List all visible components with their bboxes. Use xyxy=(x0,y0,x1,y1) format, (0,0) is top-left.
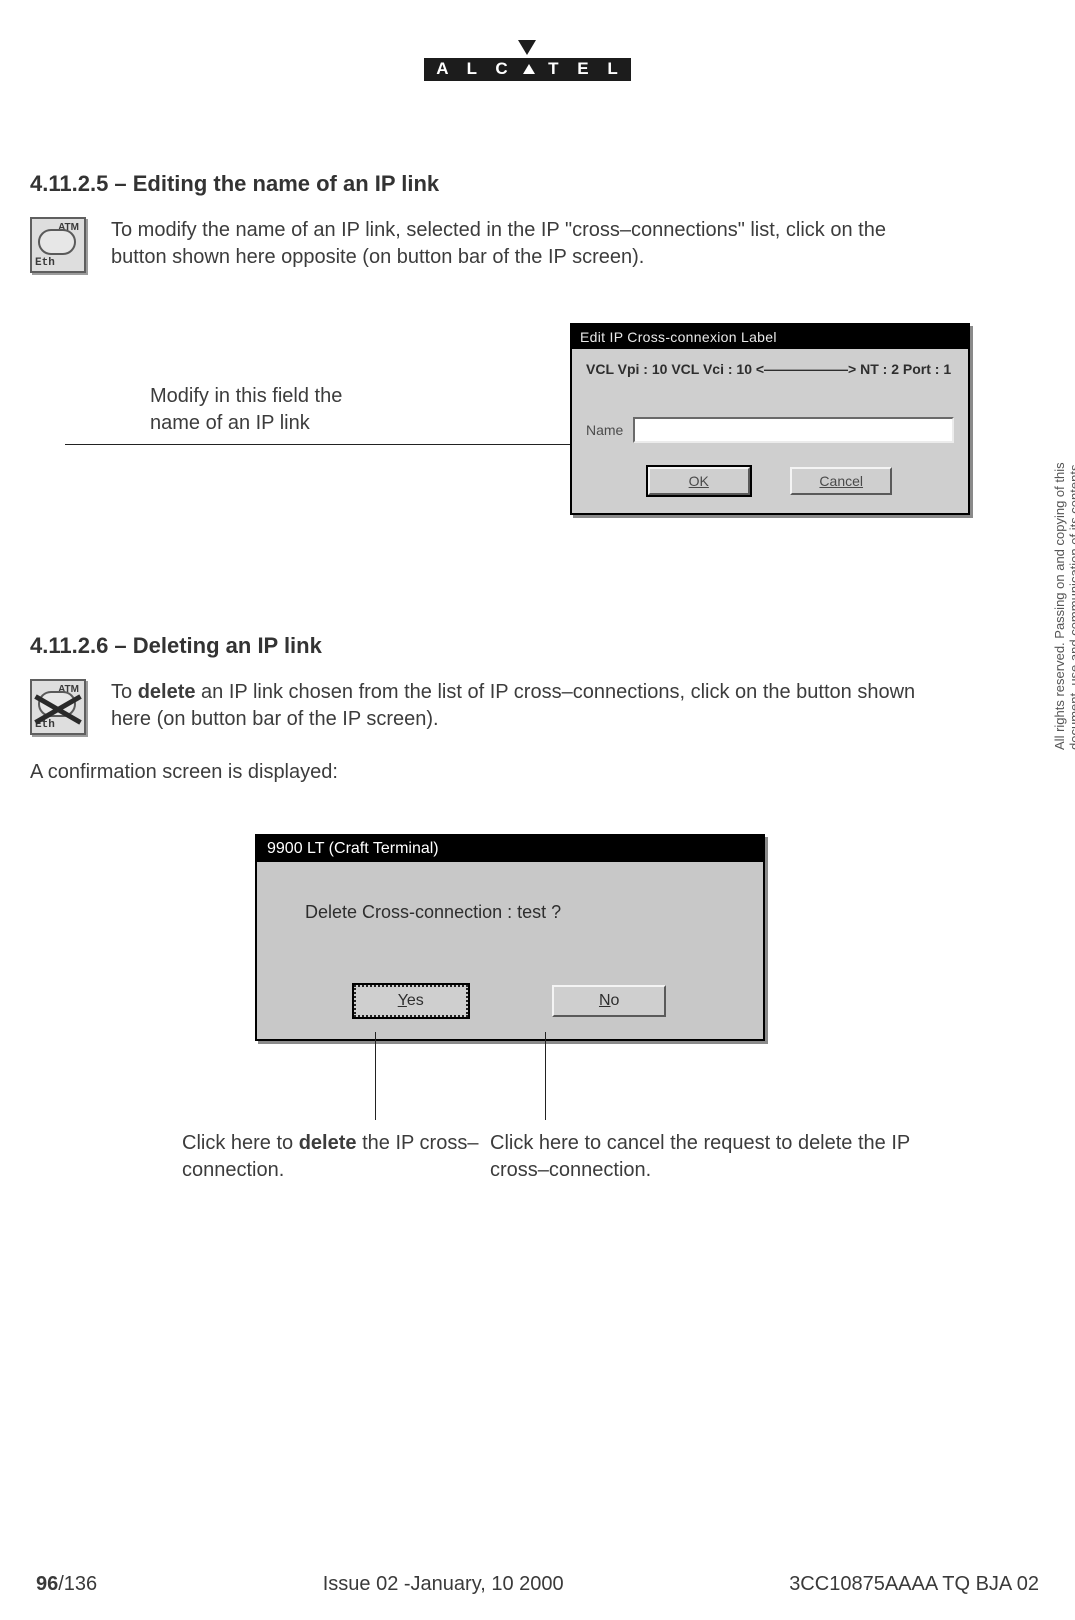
brand-logo: A L C T E L xyxy=(30,40,1025,81)
figure-confirm-dialog: 9900 LT (Craft Terminal) Delete Cross-co… xyxy=(30,834,1025,1194)
triangle-up-icon xyxy=(523,64,535,74)
callout-delete: Click here to delete the IP cross–connec… xyxy=(182,1130,482,1184)
vcl-info-text: VCL Vpi : 10 VCL Vci : 10 <——————> NT : … xyxy=(572,349,968,383)
delete-ip-link-icon: ATM Eth xyxy=(30,679,86,735)
confirm-intro-text: A confirmation screen is displayed: xyxy=(30,761,1025,784)
triangle-down-icon xyxy=(518,40,536,55)
confirm-dialog-title: 9900 LT (Craft Terminal) xyxy=(257,836,763,862)
no-button[interactable]: No xyxy=(552,985,666,1017)
callout-cancel: Click here to cancel the request to dele… xyxy=(490,1130,910,1184)
issue-text: Issue 02 -January, 10 2000 xyxy=(323,1573,564,1596)
section1-body: To modify the name of an IP link, select… xyxy=(111,217,931,271)
section-heading-delete: 4.11.2.6 – Deleting an IP link xyxy=(30,633,1025,659)
cancel-button[interactable]: Cancel xyxy=(790,467,892,495)
page-number: 96/136 xyxy=(36,1573,97,1596)
callout-line-no xyxy=(545,1032,546,1120)
section-heading-edit: 4.11.2.5 – Editing the name of an IP lin… xyxy=(30,171,1025,197)
callout-modify-field: Modify in this field the name of an IP l… xyxy=(150,383,342,437)
section2-body: To delete an IP link chosen from the lis… xyxy=(111,679,931,733)
edit-ip-link-icon: ATM Eth xyxy=(30,217,86,273)
doc-ref: 3CC10875AAAA TQ BJA 02 xyxy=(789,1573,1039,1596)
ok-button[interactable]: OK xyxy=(648,467,750,495)
name-input[interactable] xyxy=(633,417,954,443)
name-field-label: Name xyxy=(586,422,623,438)
confirm-dialog: 9900 LT (Craft Terminal) Delete Cross-co… xyxy=(255,834,765,1041)
dialog-titlebar: Edit IP Cross-connexion Label xyxy=(572,325,968,349)
figure-edit-dialog: Modify in this field the name of an IP l… xyxy=(30,323,1025,553)
callout-line xyxy=(65,443,615,445)
callout-line-yes xyxy=(375,1032,376,1120)
edit-label-dialog: Edit IP Cross-connexion Label VCL Vpi : … xyxy=(570,323,970,515)
confirm-message: Delete Cross-connection : test ? xyxy=(257,862,763,933)
page-footer: 96/136 Issue 02 -January, 10 2000 3CC108… xyxy=(0,1573,1075,1596)
rights-notice: All rights reserved. Passing on and copy… xyxy=(1053,420,1075,750)
yes-button[interactable]: Yes xyxy=(354,985,468,1017)
